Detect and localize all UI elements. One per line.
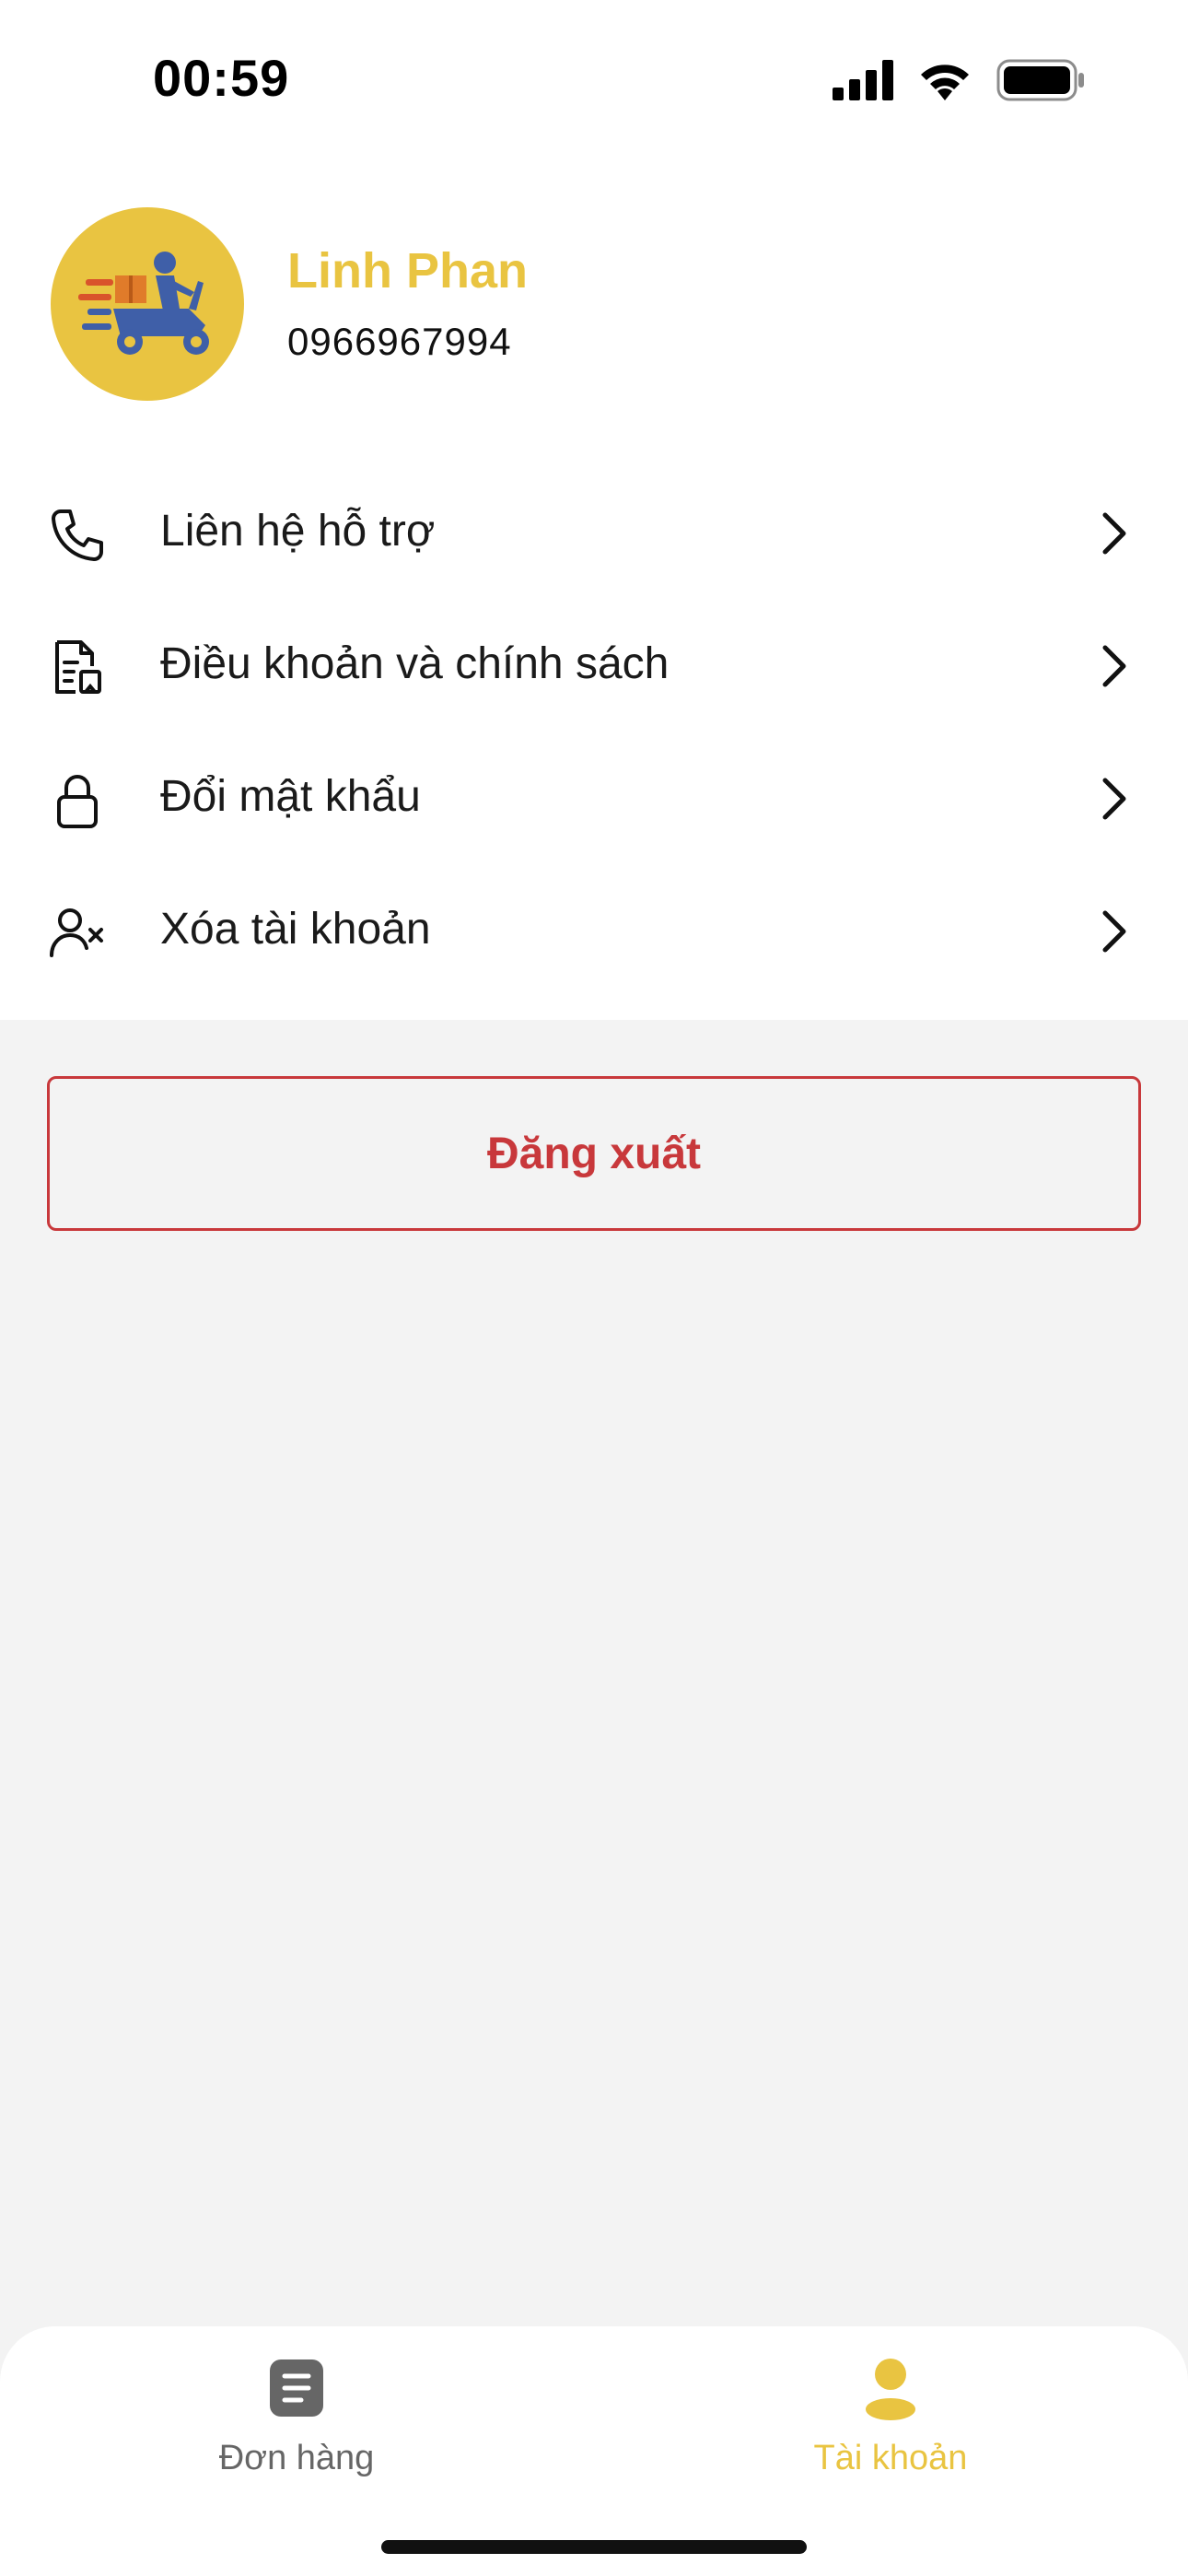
profile-name: Linh Phan [287, 243, 528, 299]
user-remove-icon [50, 908, 103, 957]
menu-item-terms-policy[interactable]: Điều khoản và chính sách [0, 598, 1188, 731]
menu-item-label: Xóa tài khoản [160, 905, 431, 954]
status-time: 00:59 [153, 49, 290, 107]
phone-icon [52, 509, 103, 561]
logout-button[interactable]: Đăng xuất [47, 1076, 1141, 1231]
profile-sheet: Linh Phan 0966967994 Liên hệ hỗ trợ Điều… [0, 161, 1188, 1020]
menu-item-contact-support[interactable]: Liên hệ hỗ trợ [0, 465, 1188, 598]
wifi-icon [921, 64, 969, 100]
home-indicator [381, 2540, 807, 2554]
menu-item-label: Điều khoản và chính sách [160, 639, 670, 688]
bottom-tab-bar: Đơn hàng Tài khoản [0, 2326, 1188, 2576]
document-icon [55, 640, 101, 694]
tab-label: Đơn hàng [218, 2439, 375, 2477]
chevron-right-icon [1102, 778, 1126, 820]
menu-item-label: Đổi mật khẩu [160, 772, 421, 821]
tab-label: Tài khoản [813, 2439, 968, 2477]
orders-icon [270, 2359, 323, 2417]
menu-item-label: Liên hệ hỗ trợ [160, 507, 436, 556]
chevron-right-icon [1102, 910, 1126, 953]
user-icon [866, 2359, 915, 2420]
lock-icon [57, 775, 98, 828]
account-menu: Liên hệ hỗ trợ Điều khoản và chính sách [0, 465, 1188, 996]
tab-orders[interactable]: Đơn hàng [112, 2326, 481, 2511]
avatar[interactable] [51, 207, 244, 401]
status-icons [833, 57, 1085, 103]
tab-account[interactable]: Tài khoản [706, 2326, 1075, 2511]
delivery-scooter-icon [78, 252, 209, 355]
chevron-right-icon [1102, 512, 1126, 555]
battery-icon [996, 59, 1084, 101]
status-bar: 00:59 [0, 0, 1188, 161]
cellular-signal-icon [833, 60, 893, 100]
chevron-right-icon [1102, 645, 1126, 687]
menu-item-delete-account[interactable]: Xóa tài khoản [0, 863, 1188, 996]
profile-phone: 0966967994 [287, 320, 512, 363]
account-screen: 00:59 Linh Phan 0966967994 Liên hệ hỗ tr… [0, 0, 1188, 2576]
menu-item-change-password[interactable]: Đổi mật khẩu [0, 731, 1188, 863]
